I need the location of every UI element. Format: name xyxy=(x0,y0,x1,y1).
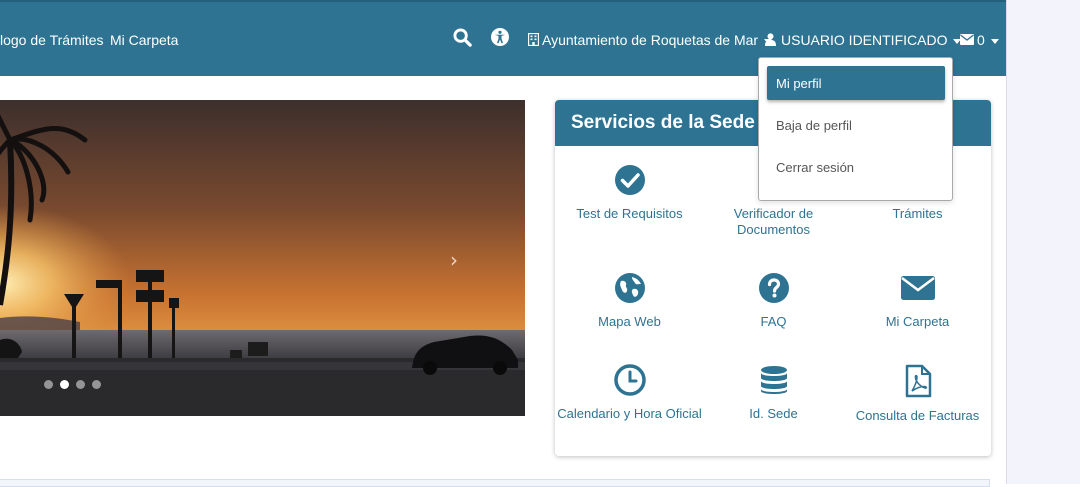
menu-item-mi-perfil[interactable]: Mi perfil xyxy=(767,66,945,100)
menu-item-baja-perfil[interactable]: Baja de perfil xyxy=(767,108,945,142)
chevron-right-icon[interactable]: › xyxy=(450,248,458,272)
search-icon[interactable] xyxy=(453,28,472,52)
carousel-indicator-2[interactable] xyxy=(60,380,69,389)
carousel-indicator-3[interactable] xyxy=(76,380,85,389)
service-mi-carpeta[interactable]: Mi Carpeta xyxy=(845,272,990,330)
globe-icon xyxy=(614,273,645,303)
content-section-edge xyxy=(0,479,990,487)
clock-icon xyxy=(613,364,646,396)
hero-carousel[interactable]: › xyxy=(0,100,525,416)
database-icon xyxy=(760,366,787,394)
check-circle-icon xyxy=(614,165,645,195)
building-icon xyxy=(527,32,540,47)
service-label: Mi Carpeta xyxy=(885,314,950,329)
chevron-down-icon xyxy=(990,38,999,44)
carousel-indicator-4[interactable] xyxy=(92,380,101,389)
service-label: Mapa Web xyxy=(598,314,661,329)
carousel-slide-image xyxy=(0,100,525,416)
service-calendario[interactable]: Calendario y Hora Oficial xyxy=(557,364,702,422)
service-mapa-web[interactable]: Mapa Web xyxy=(557,272,702,330)
envelope-icon xyxy=(960,34,974,45)
service-label: Consulta de Facturas xyxy=(855,408,980,423)
messages-toggle[interactable]: 0 xyxy=(960,32,999,48)
user-menu-toggle[interactable]: USUARIO IDENTIFICADO xyxy=(765,32,962,48)
carousel-indicator-1[interactable] xyxy=(44,380,53,389)
nav-link-mi-carpeta[interactable]: Mi Carpeta xyxy=(110,32,178,48)
service-label: Trámites xyxy=(892,206,943,221)
service-id-sede[interactable]: Id. Sede xyxy=(701,364,846,422)
service-label: Test de Requisitos xyxy=(576,206,683,221)
accessibility-icon[interactable] xyxy=(490,27,510,52)
pdf-file-icon xyxy=(905,364,931,398)
mail-count: 0 xyxy=(977,32,985,48)
organization-label: Ayuntamiento de Roquetas de Mar xyxy=(542,32,759,48)
service-consulta-facturas[interactable]: Consulta de Facturas xyxy=(845,364,990,424)
envelope-icon xyxy=(900,276,935,300)
question-circle-icon xyxy=(758,273,789,303)
menu-item-cerrar-sesion[interactable]: Cerrar sesión xyxy=(767,150,945,184)
service-test-requisitos[interactable]: Test de Requisitos xyxy=(557,164,702,222)
nav-link-catalogo-tramites[interactable]: logo de Trámites xyxy=(0,32,104,48)
user-icon xyxy=(765,33,776,46)
page-side-gutter xyxy=(1006,0,1080,484)
service-label: Verificador de Documentos xyxy=(733,206,814,237)
service-label: Calendario y Hora Oficial xyxy=(557,406,702,421)
user-dropdown-menu: Mi perfil Baja de perfil Cerrar sesión xyxy=(758,57,953,201)
user-label: USUARIO IDENTIFICADO xyxy=(781,32,948,48)
organization-dropdown[interactable]: Ayuntamiento de Roquetas de Mar xyxy=(527,32,773,48)
service-label: Id. Sede xyxy=(749,406,798,421)
service-label: FAQ xyxy=(760,314,787,329)
service-faq[interactable]: FAQ xyxy=(701,272,846,330)
